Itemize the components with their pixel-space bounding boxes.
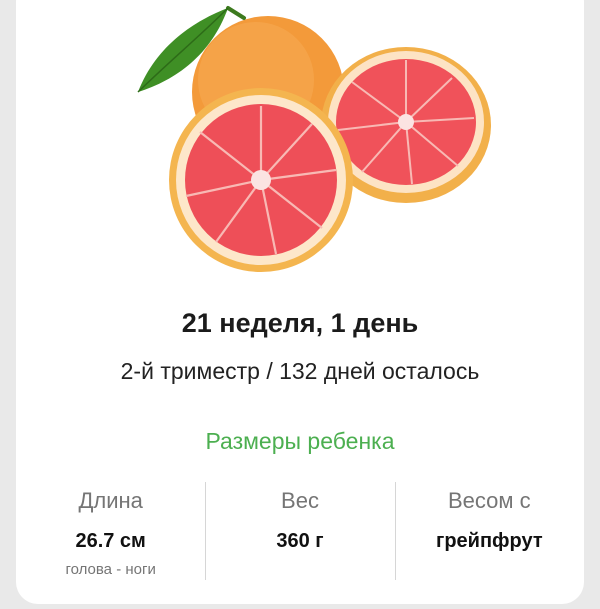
compare-value: грейпфрут <box>435 530 543 552</box>
length-stat: Длина 26.7 см голова - ноги <box>16 480 205 580</box>
length-note: голова - ноги <box>65 561 156 578</box>
length-label: Длина <box>78 488 143 513</box>
weight-label: Вес <box>281 488 319 513</box>
pregnancy-week-card: 21 неделя, 1 день 2-й триместр / 132 дне… <box>16 0 584 604</box>
length-value: 26.7 см <box>75 530 146 552</box>
week-title: 21 неделя, 1 день <box>181 308 419 338</box>
baby-size-stats: Длина 26.7 см голова - ноги Вес 360 г Ве… <box>16 480 584 580</box>
grapefruit-image <box>137 6 491 272</box>
weight-stat: Вес 360 г <box>205 480 394 580</box>
compare-label: Весом с <box>448 488 531 513</box>
compare-stat: Весом с грейпфрут <box>394 480 584 580</box>
baby-size-heading: Размеры ребенка <box>205 428 395 454</box>
trimester-info: 2-й триместр / 132 дней осталось <box>120 358 480 384</box>
weight-value: 360 г <box>276 530 324 552</box>
